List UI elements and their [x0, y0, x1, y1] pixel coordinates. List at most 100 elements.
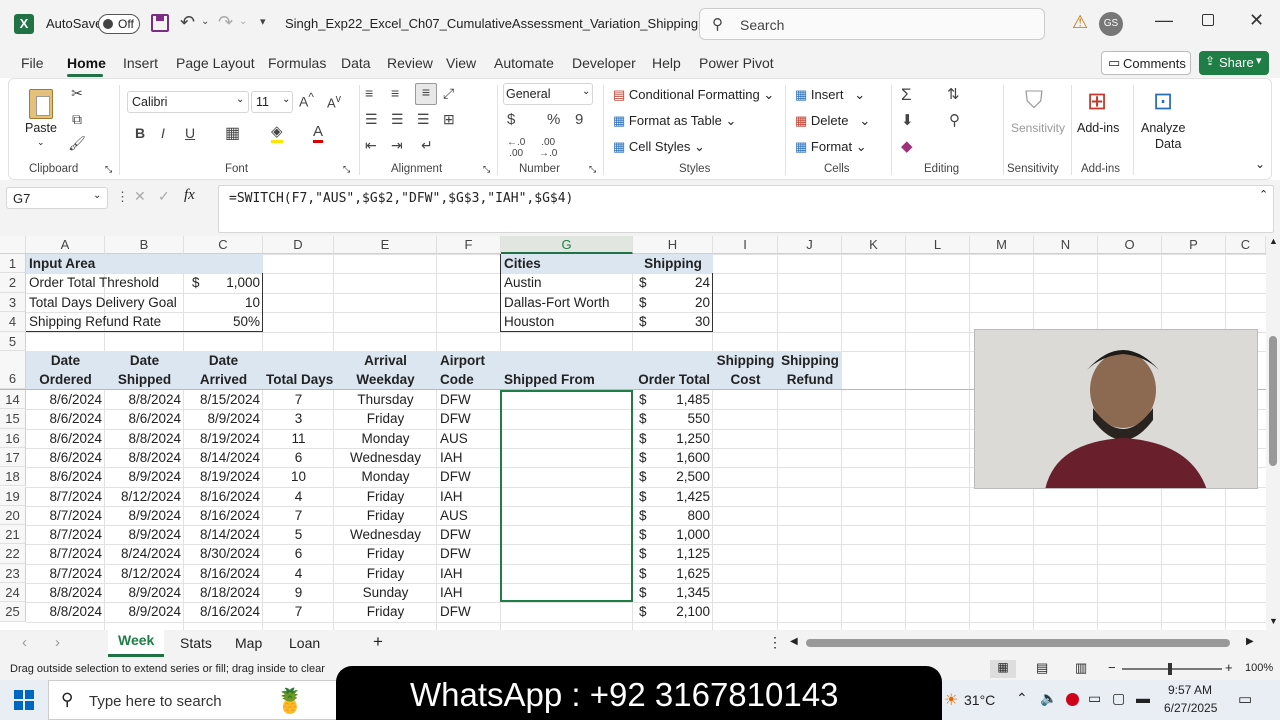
font-color-icon[interactable]: A [313, 123, 324, 143]
header-line-1[interactable]: Date [26, 352, 105, 370]
order-total[interactable]: 800 [633, 506, 713, 525]
row-header[interactable]: 3 [0, 293, 26, 312]
row-header[interactable]: 22 [0, 544, 26, 564]
font-size-select[interactable]: 11 ⌄ [251, 91, 293, 113]
autosave-toggle[interactable]: Off [98, 14, 140, 34]
date-ordered[interactable]: 8/6/2024 [26, 429, 105, 448]
warning-icon[interactable]: ⚠ [1072, 12, 1088, 33]
shipped-from[interactable] [501, 602, 633, 621]
italic-icon[interactable]: I [161, 125, 165, 141]
increase-decimal-icon[interactable]: ←.0.00 [507, 137, 525, 159]
battery-icon[interactable]: ▬ [1136, 690, 1150, 706]
arrival-weekday[interactable]: Thursday [334, 390, 437, 409]
column-header-n[interactable]: N [1034, 236, 1098, 254]
percent-style-icon[interactable]: % [547, 111, 560, 128]
decrease-indent-icon[interactable]: ⇤ [365, 137, 377, 154]
date-arrived[interactable]: 8/19/2024 [184, 467, 263, 486]
arrival-weekday[interactable]: Friday [334, 409, 437, 428]
header-line-1[interactable]: Shipping [778, 352, 842, 370]
airport-code[interactable]: DFW [437, 390, 501, 409]
sheet-tab-week[interactable]: Week [108, 630, 164, 657]
date-arrived[interactable]: 8/30/2024 [184, 544, 263, 563]
date-ordered[interactable]: 8/8/2024 [26, 583, 105, 602]
scroll-right-icon[interactable]: ▶ [1246, 636, 1254, 647]
header-order-total[interactable]: Order Total [633, 371, 713, 389]
header-line-2[interactable]: Code [437, 371, 501, 389]
date-arrived[interactable]: 8/18/2024 [184, 583, 263, 602]
format-cells-button[interactable]: ▦ Format ⌄ [795, 139, 867, 155]
airport-code[interactable]: DFW [437, 544, 501, 563]
arrival-weekday[interactable]: Monday [334, 467, 437, 486]
total-days[interactable]: 7 [263, 602, 334, 621]
align-center-icon[interactable]: ☰ [391, 111, 404, 128]
date-ordered[interactable]: 8/6/2024 [26, 467, 105, 486]
clock-time[interactable]: 9:57 AM [1168, 683, 1212, 697]
date-ordered[interactable]: 8/7/2024 [26, 544, 105, 563]
bold-icon[interactable]: B [135, 125, 145, 141]
date-shipped[interactable]: 8/12/2024 [105, 564, 184, 583]
arrival-weekday[interactable]: Wednesday [334, 448, 437, 467]
order-total[interactable]: 1,485 [633, 390, 713, 409]
column-header-c[interactable]: C [184, 236, 263, 254]
column-header-d[interactable]: D [263, 236, 334, 254]
total-days[interactable]: 5 [263, 525, 334, 544]
date-arrived[interactable]: 8/9/2024 [184, 409, 263, 428]
date-arrived[interactable]: 8/16/2024 [184, 506, 263, 525]
taskbar-search[interactable]: ⚲ Type here to search 🍍 [48, 680, 338, 720]
order-total[interactable]: 1,125 [633, 544, 713, 563]
orientation-icon[interactable]: ⤢ [443, 85, 454, 102]
date-arrived[interactable]: 8/19/2024 [184, 429, 263, 448]
dialog-launcher-icon[interactable]: ⤡ [483, 164, 490, 175]
total-days[interactable]: 11 [263, 429, 334, 448]
name-box[interactable]: G7 ⌄ [6, 187, 108, 209]
header-line-2[interactable]: Ordered [26, 371, 105, 389]
align-left-icon[interactable]: ☰ [365, 111, 378, 128]
wrap-text-icon[interactable]: ↵ [421, 137, 433, 154]
chevron-down-icon[interactable]: ⌄ [239, 16, 247, 27]
enter-icon[interactable]: ✓ [158, 188, 170, 205]
display-icon[interactable]: ▢ [1112, 690, 1125, 707]
date-ordered[interactable]: 8/6/2024 [26, 390, 105, 409]
addins-button[interactable]: ⊞ Add-ins [1075, 85, 1125, 155]
date-ordered[interactable]: 8/8/2024 [26, 602, 105, 621]
arrival-weekday[interactable]: Monday [334, 429, 437, 448]
date-ordered[interactable]: 8/7/2024 [26, 506, 105, 525]
row-header[interactable]: 15 [0, 409, 26, 429]
row-header[interactable]: 4 [0, 312, 26, 332]
more-options-icon[interactable]: ⋮ [116, 189, 129, 205]
increase-indent-icon[interactable]: ⇥ [391, 137, 403, 154]
formula-input[interactable]: =SWITCH(F7,"AUS",$G$2,"DFW",$G$3,"IAH",$… [218, 185, 1274, 233]
number-format-select[interactable]: General ⌄ [503, 83, 593, 105]
analyze-data-button[interactable]: ⊡ Analyze Data [1139, 85, 1193, 155]
order-total[interactable]: 2,100 [633, 602, 713, 621]
format-as-table-button[interactable]: ▦ Format as Table ⌄ [613, 113, 736, 129]
delete-cells-button[interactable]: ▦ Delete ⌄ [795, 113, 870, 129]
network-icon[interactable]: ▭ [1088, 690, 1101, 707]
airport-code[interactable]: DFW [437, 409, 501, 428]
vertical-scrollbar[interactable]: ▲ ▼ [1266, 236, 1280, 630]
shipping-rate[interactable]: 30 [633, 312, 713, 331]
tab-page-layout[interactable]: Page Layout [176, 48, 255, 78]
order-total[interactable]: 1,425 [633, 487, 713, 506]
date-shipped[interactable]: 8/24/2024 [105, 544, 184, 563]
decrease-decimal-icon[interactable]: .00 →.0 [539, 137, 557, 159]
airport-code[interactable]: IAH [437, 487, 501, 506]
total-days[interactable]: 4 [263, 487, 334, 506]
row-header[interactable]: 5 [0, 332, 26, 351]
tab-insert[interactable]: Insert [123, 48, 158, 78]
dialog-launcher-icon[interactable]: ⤡ [589, 164, 596, 175]
row-header[interactable]: 6 [0, 351, 26, 389]
row-header[interactable]: 23 [0, 563, 26, 583]
row-header[interactable]: 2 [0, 273, 26, 293]
increase-font-icon[interactable]: A^ [299, 91, 314, 110]
input-area-title[interactable]: Input Area [26, 254, 184, 273]
collapse-ribbon-icon[interactable]: ⌄ [1255, 157, 1265, 171]
notifications-icon[interactable]: ▭ [1238, 690, 1252, 708]
date-arrived[interactable]: 8/14/2024 [184, 448, 263, 467]
dialog-launcher-icon[interactable]: ⤡ [105, 164, 112, 175]
input-label[interactable]: Order Total Threshold [26, 273, 184, 292]
order-total[interactable]: 1,625 [633, 564, 713, 583]
column-header-b[interactable]: B [105, 236, 184, 254]
column-header-h[interactable]: H [633, 236, 713, 254]
merge-center-icon[interactable]: ⊞ [443, 111, 455, 128]
